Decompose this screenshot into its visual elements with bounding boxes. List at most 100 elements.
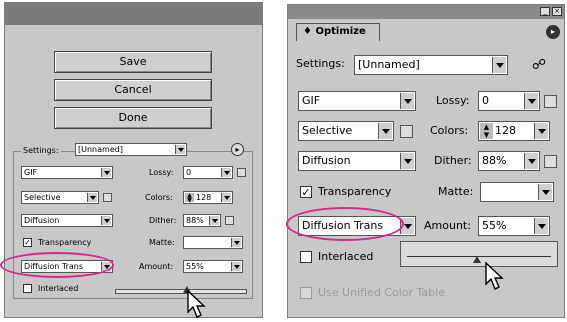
highlight-ellipse — [286, 207, 404, 241]
amount-field[interactable]: 55% — [478, 216, 550, 236]
chevron-down-icon — [101, 168, 111, 177]
palette-titlebar: _ × — [288, 5, 564, 19]
lossy-label: Lossy: — [436, 94, 470, 107]
amount-slider-popup[interactable] — [400, 241, 558, 267]
lossy-value: 0 — [482, 94, 489, 107]
colors-label: Colors: — [430, 124, 469, 137]
dither-field[interactable]: 88% — [478, 151, 540, 171]
colors-value: 128 — [495, 124, 516, 137]
palette-menu-icon[interactable]: ▸ — [546, 25, 560, 39]
chevron-right-icon — [524, 153, 538, 169]
weight-optimize-icon[interactable] — [544, 95, 557, 108]
colors-value: 128 — [196, 193, 212, 202]
format-select[interactable]: GIF — [298, 91, 416, 111]
matte-label: Matte: — [149, 238, 175, 247]
settings-value: [Unnamed] — [358, 58, 420, 71]
lossy-field[interactable]: 0 — [478, 91, 540, 111]
cancel-button[interactable]: Cancel — [54, 79, 212, 101]
tab-optimize-label: Optimize — [315, 26, 366, 37]
transparency-label: Transparency — [38, 238, 92, 247]
settings-label: Settings: — [21, 145, 61, 157]
transparency-checkbox[interactable]: ✓ — [300, 186, 312, 198]
amount-slider-track[interactable] — [115, 289, 247, 294]
chevron-down-icon — [87, 193, 97, 202]
link-icon[interactable]: ☍ — [528, 55, 550, 75]
stepper-icon[interactable]: ▲ ▼ — [185, 193, 194, 203]
chevron-right-icon — [524, 93, 538, 109]
arrow-cursor-icon — [187, 290, 206, 318]
settings-select[interactable]: [Unnamed] — [75, 143, 187, 156]
colors-field[interactable]: ▲ ▼ 128 — [183, 191, 233, 204]
save-button[interactable]: Save — [54, 51, 212, 73]
unified-color-table-checkbox[interactable] — [300, 287, 312, 299]
chevron-down-icon — [534, 123, 548, 139]
reduction-value: Selective — [24, 193, 61, 202]
amount-label: Amount: — [139, 262, 174, 271]
dither-algorithm-select[interactable]: Diffusion — [298, 151, 416, 171]
settings-select[interactable]: [Unnamed] — [354, 55, 508, 75]
chevron-down-icon — [175, 145, 185, 154]
colors-field[interactable]: ▲ ▼ 128 — [478, 121, 550, 141]
dither-algorithm-value: Diffusion — [302, 154, 351, 167]
interlaced-checkbox[interactable] — [23, 284, 32, 293]
stepper-icon[interactable]: ▲ ▼ — [480, 123, 493, 139]
optimize-menu-icon[interactable]: ▸ — [231, 143, 244, 156]
chevron-down-icon — [378, 123, 392, 139]
amount-field[interactable]: 55% — [183, 260, 243, 273]
optimize-palette: _ × ♦ Optimize ▸ Settings: [Unnamed] ☍ G… — [287, 4, 565, 318]
reduction-value: Selective — [302, 124, 353, 137]
matte-select[interactable] — [183, 236, 243, 249]
chevron-down-icon — [400, 93, 414, 109]
dither-field[interactable]: 88% — [183, 214, 221, 227]
chevron-down-icon — [492, 57, 506, 73]
interlaced-label: Interlaced — [318, 250, 374, 263]
highlight-ellipse — [0, 252, 114, 278]
colors-label: Colors: — [145, 193, 173, 202]
chevron-right-icon — [221, 168, 231, 177]
chevron-down-icon — [400, 153, 414, 169]
weight-optimize-icon[interactable] — [225, 216, 234, 225]
transparency-label: Transparency — [318, 185, 392, 198]
chevron-down-icon — [231, 262, 241, 271]
amount-label: Amount: — [424, 219, 471, 232]
lossy-label: Lossy: — [149, 168, 174, 177]
format-value: GIF — [24, 168, 38, 177]
reduction-select[interactable]: Selective — [21, 191, 99, 204]
chevron-down-icon — [101, 216, 111, 225]
format-value: GIF — [302, 94, 321, 107]
dither-algorithm-value: Diffusion — [24, 216, 60, 225]
chevron-right-icon — [209, 216, 219, 225]
dither-label: Dither: — [149, 216, 177, 225]
amount-slider-thumb[interactable] — [473, 256, 481, 263]
settings-label: Settings: — [296, 57, 345, 70]
dither-label: Dither: — [434, 154, 472, 167]
amount-value: 55% — [186, 262, 204, 271]
weight-optimize-icon[interactable] — [544, 155, 557, 168]
chevron-down-icon — [221, 193, 231, 202]
weight-optimize-icon[interactable] — [400, 125, 413, 138]
weight-optimize-icon[interactable] — [103, 193, 112, 202]
chevron-down-icon — [534, 218, 548, 234]
interlaced-label: Interlaced — [38, 284, 79, 293]
format-select[interactable]: GIF — [21, 166, 113, 179]
dither-value: 88% — [482, 154, 507, 167]
reduction-select[interactable]: Selective — [298, 121, 394, 141]
interlaced-checkbox[interactable] — [300, 251, 312, 263]
panel-titlebar — [5, 3, 262, 25]
transparency-checkbox[interactable]: ✓ — [23, 238, 32, 247]
chevron-down-icon — [538, 184, 552, 200]
minimize-icon[interactable]: _ — [540, 7, 550, 16]
matte-select[interactable] — [480, 182, 554, 202]
unified-color-table-label: Use Unified Color Table — [318, 286, 445, 299]
dither-algorithm-select[interactable]: Diffusion — [21, 214, 113, 227]
lossy-field[interactable]: 0 — [183, 166, 233, 179]
arrow-cursor-icon — [485, 262, 504, 290]
close-icon[interactable]: × — [552, 7, 562, 16]
done-button[interactable]: Done — [54, 107, 212, 129]
weight-optimize-icon[interactable] — [237, 168, 246, 177]
matte-label: Matte: — [438, 185, 474, 198]
chevron-down-icon — [231, 238, 241, 247]
settings-value: [Unnamed] — [78, 145, 123, 154]
tab-optimize[interactable]: ♦ Optimize — [296, 23, 380, 41]
dither-value: 88% — [186, 216, 204, 225]
